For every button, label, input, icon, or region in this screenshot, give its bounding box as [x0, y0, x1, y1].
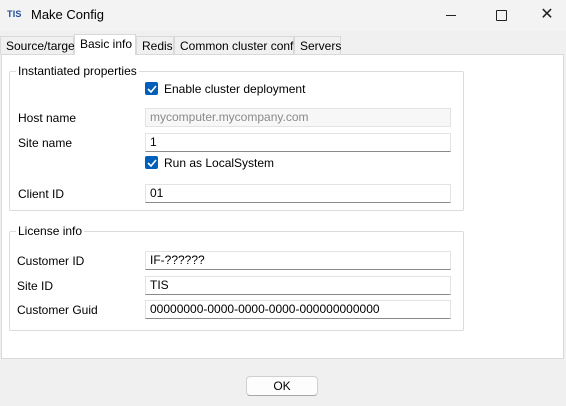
make-config-window: TIS Make Config ✕ Source/target Basic in…	[0, 0, 566, 406]
enable-cluster-label: Enable cluster deployment	[164, 82, 306, 96]
site-id-label: Site ID	[17, 279, 54, 293]
basic-info-page: Instantiated properties License info Ena…	[1, 54, 564, 359]
customer-guid-field[interactable]: 00000000-0000-0000-0000-000000000000	[145, 300, 451, 319]
maximize-button[interactable]	[478, 0, 524, 30]
site-name-label: Site name	[18, 136, 73, 150]
site-name-field[interactable]: 1	[145, 133, 451, 152]
run-as-localsystem-checkbox[interactable]	[145, 156, 158, 169]
app-logo: TIS	[7, 9, 22, 19]
checkmark-icon	[146, 158, 157, 167]
tab-redis[interactable]: Redis	[136, 36, 174, 54]
ok-button[interactable]: OK	[246, 376, 318, 396]
minimize-icon	[446, 14, 456, 16]
host-name-field: mycomputer.mycompany.com	[145, 108, 451, 127]
license-info-title: License info	[16, 224, 85, 238]
tab-basic-info[interactable]: Basic info	[74, 34, 136, 55]
maximize-icon	[495, 9, 507, 21]
minimize-button[interactable]	[428, 0, 474, 30]
checkmark-icon	[146, 84, 157, 93]
tab-servers[interactable]: Servers	[294, 36, 341, 54]
close-icon: ✕	[540, 6, 554, 23]
tab-source-target[interactable]: Source/target	[0, 36, 78, 54]
tab-common-cluster-config[interactable]: Common cluster config	[174, 36, 303, 54]
enable-cluster-checkbox[interactable]	[145, 82, 158, 95]
instantiated-properties-title: Instantiated properties	[16, 64, 139, 78]
client-id-label: Client ID	[18, 187, 65, 201]
tab-strip: Source/target Basic info Redis Common cl…	[0, 34, 566, 55]
client-id-field[interactable]: 01	[145, 184, 451, 203]
run-as-localsystem-label: Run as LocalSystem	[164, 156, 275, 170]
customer-id-field[interactable]: IF-??????	[145, 251, 451, 270]
window-title: Make Config	[31, 7, 104, 22]
site-id-field[interactable]: TIS	[145, 276, 451, 295]
host-name-label: Host name	[18, 111, 77, 125]
customer-id-label: Customer ID	[17, 254, 85, 268]
customer-guid-label: Customer Guid	[17, 303, 98, 317]
close-button[interactable]: ✕	[524, 0, 566, 30]
title-bar: TIS Make Config ✕	[0, 0, 566, 31]
